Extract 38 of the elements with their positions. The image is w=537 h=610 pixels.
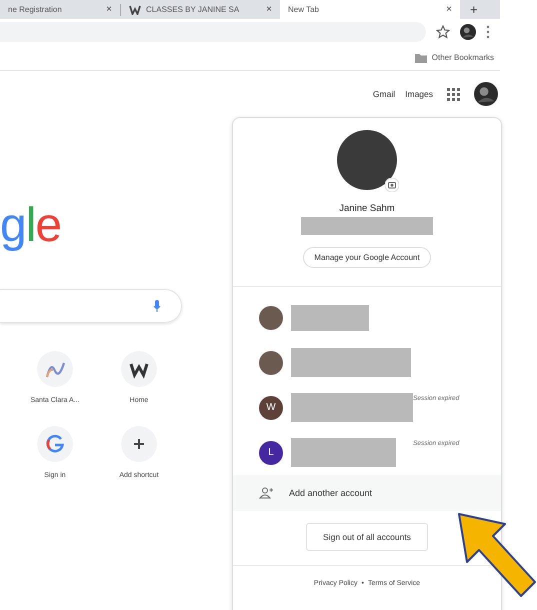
microphone-icon[interactable] [153, 300, 161, 312]
folder-icon[interactable] [414, 52, 427, 62]
google-logo: gle [0, 201, 62, 251]
browser-tab[interactable]: New Tab × [280, 0, 460, 19]
add-person-icon[interactable] [259, 487, 273, 499]
new-tab-button[interactable]: + [460, 2, 488, 17]
g-logo-icon[interactable] [37, 426, 73, 462]
bookmark-label: Other Bookmarks [432, 53, 494, 62]
tab-title: CLASSES BY JANINE SA [146, 5, 240, 14]
w-logo-icon[interactable] [121, 351, 157, 387]
browser-tab[interactable]: ne Registration × [0, 0, 120, 19]
header-link[interactable]: Images [405, 89, 433, 99]
search-field[interactable] [0, 289, 182, 323]
avatar-icon[interactable] [474, 82, 498, 106]
close-tab-button[interactable]: × [266, 4, 272, 15]
camera-icon[interactable] [385, 178, 399, 192]
photo-placeholder [259, 306, 283, 330]
close-tab-button[interactable]: × [446, 4, 452, 15]
tab-title: New Tab [288, 5, 320, 14]
header-link[interactable]: Gmail [372, 89, 396, 99]
tab-title: ne Registration [8, 5, 63, 14]
bookmark-folder[interactable]: Other Bookmarks [414, 52, 494, 62]
avatar-icon[interactable] [460, 24, 476, 40]
script-letter-icon[interactable] [37, 351, 73, 387]
account-avatar: L [259, 440, 283, 464]
manage-account-button[interactable]: Manage your Google Account [303, 247, 431, 268]
close-tab-button[interactable]: × [106, 4, 112, 15]
sign-out-button[interactable]: Sign out of all accounts [306, 523, 428, 551]
add-account-label: Add another account [289, 488, 372, 498]
apps-grid-icon[interactable] [447, 88, 460, 100]
star-icon[interactable] [436, 25, 450, 39]
plus-icon[interactable] [121, 426, 157, 462]
photo-placeholder [259, 350, 283, 374]
menu-icon[interactable] [486, 25, 490, 39]
w-logo-icon[interactable] [129, 4, 141, 14]
account-avatar: W [259, 396, 283, 420]
add-account-item[interactable]: Add another account [233, 475, 501, 511]
account-name: Janine Sahm [339, 203, 395, 214]
